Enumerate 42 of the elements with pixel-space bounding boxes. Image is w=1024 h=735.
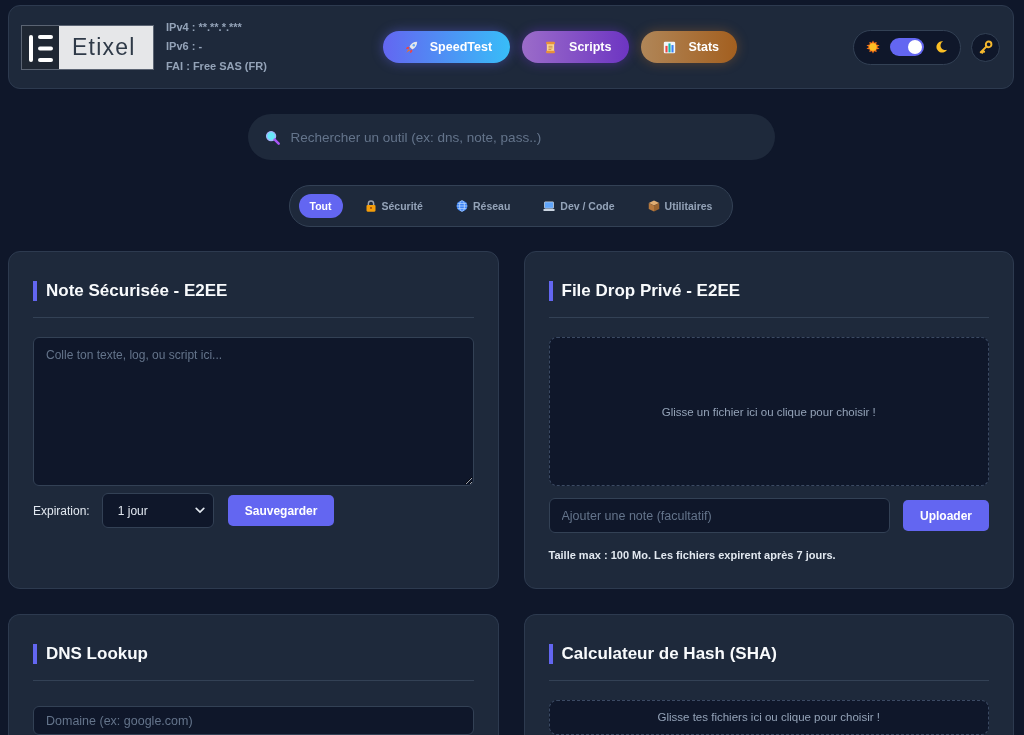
- filter-tab[interactable]: Utilitaires: [636, 194, 724, 218]
- moon-icon: [934, 40, 948, 54]
- filter-tab[interactable]: Tout: [298, 194, 343, 218]
- filter-tab[interactable]: Sécurité: [353, 194, 434, 218]
- globe-icon: [455, 200, 468, 212]
- expiration-select[interactable]: 1 jour: [101, 493, 214, 528]
- domain-input[interactable]: Domaine (ex: google.com): [33, 706, 474, 735]
- logo-mark-icon: [22, 25, 59, 69]
- rocket-icon: [404, 40, 418, 54]
- scroll-icon: [544, 40, 558, 54]
- card-title: DNS Lookup: [33, 644, 148, 664]
- info-text: Taille max : 100 Mo. Les fichiers expirent après 7 jours.: [548, 548, 836, 562]
- file-dropzone[interactable]: Glisse un fichier ici ou clique pour choisir !: [548, 337, 989, 486]
- sun-icon: [866, 40, 880, 54]
- search-field[interactable]: Rechercher un outil (ex: dns, note, pass..): [247, 114, 775, 160]
- nav-button[interactable]: Stats: [641, 31, 738, 63]
- connection-info-text: FAI : Free SAS (FR): [166, 58, 267, 74]
- search-input[interactable]: Rechercher un outil (ex: dns, note, pass..): [290, 122, 758, 152]
- theme-toggle[interactable]: [890, 38, 924, 56]
- caret-icon: [194, 507, 205, 514]
- card-title: File Drop Privé - E2EE: [548, 281, 741, 301]
- card-title: Calculateur de Hash (SHA): [548, 644, 777, 664]
- lock-icon: [364, 200, 377, 212]
- expiration-label: Expiration:: [33, 503, 90, 518]
- logo-text: Etixel: [72, 33, 136, 61]
- filter-tab[interactable]: Réseau: [444, 194, 522, 218]
- connection-info-text: IPv6 : -: [166, 39, 204, 55]
- card-title: Note Sécurisée - E2EE: [33, 281, 228, 301]
- file-dropzone[interactable]: Glisse tes fichiers ici ou clique pour choisir !: [548, 700, 989, 735]
- bar-chart-icon: [663, 40, 677, 54]
- key-icon: [978, 40, 993, 54]
- connection-info-text: IPv4 : **.**.*.***: [166, 19, 243, 35]
- package-icon: [647, 200, 660, 212]
- filter-tab[interactable]: Dev / Code: [532, 194, 626, 218]
- key-button[interactable]: [971, 32, 1000, 62]
- upload-button[interactable]: Uploader: [903, 500, 989, 531]
- laptop-icon: [543, 200, 556, 212]
- note-textarea[interactable]: Colle ton texte, log, ou script ici...: [33, 337, 474, 486]
- search-icon: [264, 129, 280, 145]
- note-input[interactable]: Ajouter une note (facultatif): [548, 498, 890, 533]
- nav-button[interactable]: Scripts: [522, 31, 630, 63]
- save-button[interactable]: Sauvegarder: [227, 495, 335, 526]
